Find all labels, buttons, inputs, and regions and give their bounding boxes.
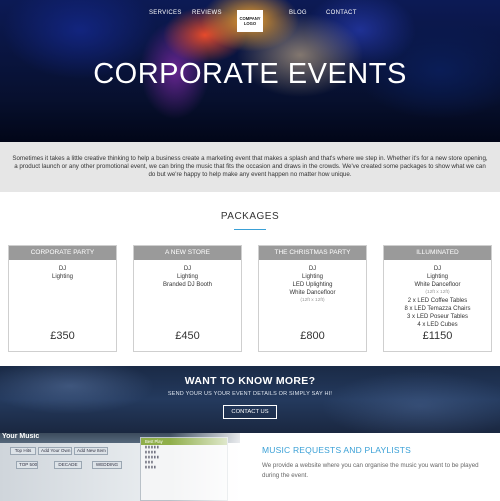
hero-banner: SERVICES REVIEWS COMPANY LOGO BLOG CONTA…: [0, 0, 500, 142]
music-text: We provide a website where you can organ…: [262, 462, 479, 479]
package-price: £450: [175, 330, 200, 342]
package-item: 8 x LED Temazza Chairs: [404, 306, 471, 312]
package-item: White Dancefloor: [289, 290, 336, 296]
package-price: £1150: [422, 330, 453, 342]
app-title: Your Music: [2, 433, 40, 440]
hero-title: CORPORATE EVENTS: [93, 58, 407, 90]
nav-reviews[interactable]: REVIEWS: [192, 10, 222, 16]
package-item: Lighting: [176, 274, 199, 280]
music-app-screenshot: Your Music Top Hits Add Your Own Add New…: [0, 433, 250, 501]
app-tab: TOP 500: [16, 461, 38, 469]
cta-subtitle: SEND YOUR US YOUR EVENT DETAILS OR SIMPL…: [167, 391, 333, 397]
package-name: THE CHRISTMAS PARTY: [259, 246, 366, 260]
company-logo[interactable]: COMPANY LOGO: [237, 10, 263, 32]
music-title: MUSIC REQUESTS AND PLAYLISTS: [262, 445, 412, 455]
music-section: Your Music Top Hits Add Your Own Add New…: [0, 433, 500, 501]
cta-title: WANT TO KNOW MORE?: [184, 375, 316, 387]
package-items: DJ Lighting LED Uplighting White Dancefl…: [259, 260, 366, 305]
package-price: £350: [50, 330, 75, 342]
package-name: A NEW STORE: [134, 246, 241, 260]
package-card-christmas-party[interactable]: THE CHRISTMAS PARTY DJ Lighting LED Upli…: [258, 245, 367, 352]
package-item: Lighting: [51, 274, 74, 280]
app-tab: Add Your Own: [38, 447, 72, 455]
logo-text: COMPANY LOGO: [239, 16, 261, 26]
package-item: 2 x LED Coffee Tables: [407, 298, 468, 304]
package-items: DJ Lighting White Dancefloor (12ft x 12f…: [384, 260, 491, 329]
contact-cta-section: WANT TO KNOW MORE? SEND YOUR US YOUR EVE…: [0, 366, 500, 433]
package-item: DJ: [308, 266, 317, 272]
app-tab: WEDDING: [92, 461, 122, 469]
package-card-corporate-party[interactable]: CORPORATE PARTY DJ Lighting £350: [8, 245, 117, 352]
package-card-new-store[interactable]: A NEW STORE DJ Lighting Branded DJ Booth…: [133, 245, 242, 352]
package-item: Lighting: [426, 274, 449, 280]
package-item: DJ: [58, 266, 67, 272]
nav-services[interactable]: SERVICES: [149, 10, 182, 16]
intro-text: Sometimes it takes a little creative thi…: [12, 155, 488, 178]
app-tab: Add New Item: [74, 447, 108, 455]
package-item: DJ: [183, 266, 192, 272]
contact-us-button[interactable]: CONTACT US: [223, 405, 277, 419]
nav-contact[interactable]: CONTACT: [326, 10, 357, 16]
image-fade: [170, 433, 250, 501]
app-tab: Top Hits: [10, 447, 36, 455]
package-items: DJ Lighting Branded DJ Booth: [134, 260, 241, 289]
package-name: CORPORATE PARTY: [9, 246, 116, 260]
packages-title: PACKAGES: [220, 211, 280, 222]
title-divider: [234, 229, 266, 230]
package-price: £800: [300, 330, 325, 342]
package-items: DJ Lighting: [9, 260, 116, 281]
package-item: White Dancefloor: [414, 282, 461, 288]
package-item: 4 x LED Cubes: [417, 322, 458, 328]
package-note: (12ft x 12ft): [300, 298, 325, 303]
package-name: ILLUMINATED: [384, 246, 491, 260]
intro-section: Sometimes it takes a little creative thi…: [0, 142, 500, 192]
package-item: DJ: [433, 266, 442, 272]
package-item: LED Uplighting: [292, 282, 333, 288]
package-item: 3 x LED Poseur Tables: [407, 314, 468, 320]
nav-blog[interactable]: BLOG: [289, 10, 307, 16]
package-note: (12ft x 12ft): [425, 290, 450, 295]
top-nav: SERVICES REVIEWS COMPANY LOGO BLOG CONTA…: [0, 8, 500, 32]
app-tab: DECADE: [54, 461, 82, 469]
package-item: Lighting: [301, 274, 324, 280]
packages-section: PACKAGES CORPORATE PARTY DJ Lighting £35…: [0, 192, 500, 366]
package-card-illuminated[interactable]: ILLUMINATED DJ Lighting White Dancefloor…: [383, 245, 492, 352]
package-item: Branded DJ Booth: [162, 282, 213, 288]
